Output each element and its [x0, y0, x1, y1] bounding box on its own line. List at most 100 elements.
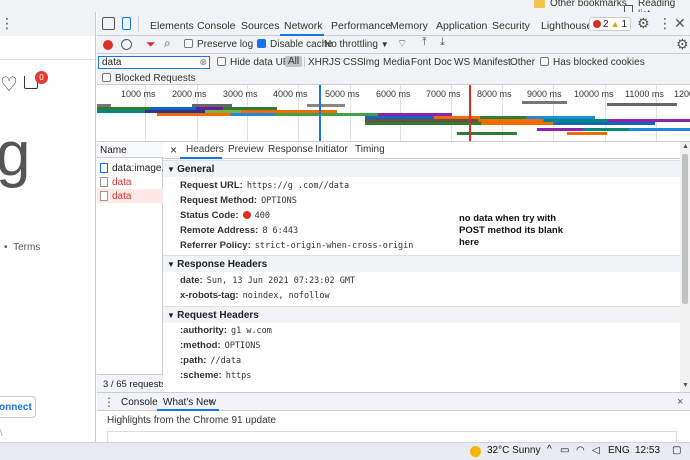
request-row[interactable]: data	[97, 175, 163, 189]
tab-memory[interactable]: Memory	[390, 12, 428, 36]
timeline-tick: 6000 ms	[376, 89, 411, 99]
tab-initiator[interactable]: Initiator	[315, 142, 348, 159]
network-conditions-icon[interactable]: ⌔	[397, 37, 407, 51]
devtools-drawer: ⋮ Console What's New × × Highlights from…	[97, 392, 690, 443]
page-footer-text: \	[0, 428, 3, 438]
web-page: ⋮ ♡ 0 g • Terms onnect \	[0, 12, 96, 442]
search-icon[interactable]: ⌕	[164, 36, 171, 51]
export-har-icon[interactable]: ⤓	[440, 36, 445, 49]
weather-text[interactable]: 32°C Sunny	[487, 445, 540, 456]
name-column-header[interactable]: Name	[97, 142, 163, 158]
wishlist-heart-icon[interactable]: ♡	[0, 72, 18, 97]
triangle-down-icon: ▼	[167, 165, 178, 174]
detail-scrollbar[interactable]: ▲ ▼	[680, 142, 690, 392]
has-blocked-cookies-checkbox[interactable]: Has blocked cookies	[540, 57, 645, 68]
volume-icon[interactable]: ◁	[592, 445, 600, 456]
tab-sources[interactable]: Sources	[241, 12, 280, 36]
record-icon[interactable]	[103, 40, 113, 50]
network-settings-icon[interactable]: ⚙	[676, 36, 689, 53]
other-bookmarks[interactable]: Other bookmarks	[534, 0, 627, 9]
tab-lighthouse[interactable]: Lighthouse	[541, 12, 592, 36]
request-detail-pane: × Headers Preview Response Initiator Tim…	[163, 142, 680, 392]
tab-timing[interactable]: Timing	[355, 142, 385, 159]
scroll-up-icon[interactable]: ▲	[682, 143, 689, 150]
os-taskbar: 32°C Sunny ^ ▭ ◠ ◁ ENG 12:53 ▢	[0, 442, 690, 460]
wifi-icon[interactable]: ◠	[576, 445, 585, 456]
response-headers-section-header[interactable]: ▼ Response Headers	[163, 255, 680, 272]
filter-type-img[interactable]: Img	[363, 57, 380, 68]
date-header-row: date: Sun, 13 Jun 2021 07:23:02 GMT	[180, 275, 356, 286]
close-drawer-icon[interactable]: ×	[677, 396, 683, 408]
request-summary: 3 / 65 requests	[97, 374, 166, 392]
notifications-icon[interactable]: ▢	[672, 445, 681, 456]
load-event-line	[469, 85, 471, 141]
drawer-tab-console[interactable]: Console	[121, 397, 158, 408]
file-icon	[100, 177, 108, 187]
active-drawer-tab-indicator	[157, 409, 219, 411]
request-row-selected[interactable]: data	[97, 189, 163, 203]
menu-dots-icon[interactable]: ⋮	[0, 15, 14, 32]
import-har-icon[interactable]: ⤒	[422, 36, 427, 49]
filter-type-media[interactable]: Media	[383, 57, 410, 68]
tab-performance[interactable]: Performance	[331, 12, 391, 36]
close-detail-icon[interactable]: ×	[170, 142, 177, 159]
scroll-down-icon[interactable]: ▼	[682, 382, 689, 389]
scheme-header-row: :scheme: https	[180, 370, 252, 381]
tab-application[interactable]: Application	[436, 12, 487, 36]
filter-type-manifest[interactable]: Manifest	[473, 57, 511, 68]
filter-funnel-icon[interactable]: ⏷	[146, 37, 156, 52]
clock[interactable]: 12:53	[635, 445, 660, 456]
filter-type-css[interactable]: CSS	[343, 57, 364, 68]
filter-type-doc[interactable]: Doc	[434, 57, 452, 68]
scrollbar-thumb[interactable]	[682, 154, 688, 304]
timeline-tick: 7000 ms	[426, 89, 461, 99]
connect-button[interactable]: onnect	[0, 396, 36, 418]
request-row[interactable]: data:image...	[97, 161, 163, 175]
timeline-overview[interactable]: 1000 ms 2000 ms 3000 ms 4000 ms 5000 ms …	[97, 85, 690, 142]
drawer-menu-icon[interactable]: ⋮	[103, 395, 115, 409]
filter-type-ws[interactable]: WS	[454, 57, 470, 68]
robots-header-row: x-robots-tag: noindex, nofollow	[180, 290, 330, 301]
devtools-tab-bar: Elements Console Sources Network Perform…	[97, 12, 690, 36]
general-section-header[interactable]: ▼ General	[163, 160, 680, 177]
more-options-icon[interactable]: ⋮	[658, 15, 672, 32]
terms-link[interactable]: • Terms	[4, 242, 40, 253]
request-headers-section-header[interactable]: ▼ Request Headers	[163, 306, 680, 323]
filter-input[interactable]: data ⊗	[98, 56, 210, 69]
tab-network[interactable]: Network	[284, 12, 323, 36]
filter-type-other[interactable]: Other	[510, 57, 535, 68]
timeline-tick: 1200	[674, 89, 690, 99]
device-toolbar-icon[interactable]	[122, 17, 131, 30]
triangle-down-icon: ▼	[167, 260, 178, 269]
language-indicator[interactable]: ENG	[608, 445, 630, 456]
preserve-log-checkbox[interactable]: Preserve log	[184, 39, 253, 50]
filter-type-js[interactable]: JS	[329, 57, 341, 68]
inspect-element-icon[interactable]	[102, 17, 115, 30]
timeline-tick: 2000 ms	[172, 89, 207, 99]
timeline-tick: 9000 ms	[527, 89, 562, 99]
throttling-select[interactable]: No throttling ▼	[324, 39, 389, 50]
issues-counter[interactable]: 2 ▲ 1	[589, 17, 632, 31]
filter-type-xhr[interactable]: XHR	[308, 57, 329, 68]
active-detail-tab-indicator	[180, 157, 222, 159]
sun-weather-icon[interactable]	[470, 446, 481, 457]
tab-security[interactable]: Security	[492, 12, 530, 36]
blocked-requests-checkbox[interactable]: Blocked Requests	[102, 73, 196, 84]
clear-filter-icon[interactable]: ⊗	[199, 57, 207, 68]
tab-elements[interactable]: Elements	[150, 12, 194, 36]
filter-type-font[interactable]: Font	[411, 57, 431, 68]
tab-response[interactable]: Response	[268, 142, 313, 159]
close-devtools-icon[interactable]: ✕	[674, 15, 686, 32]
show-hidden-icons-icon[interactable]: ^	[547, 444, 552, 455]
timeline-tick: 10000 ms	[574, 89, 614, 99]
disable-cache-checkbox[interactable]: Disable cache	[257, 39, 333, 50]
triangle-down-icon: ▼	[167, 311, 178, 320]
filter-type-all[interactable]: All	[285, 56, 303, 67]
close-whats-new-icon[interactable]: ×	[208, 396, 214, 408]
tab-preview[interactable]: Preview	[228, 142, 264, 159]
request-list: Name data:image... data data 3 / 65 requ…	[97, 142, 166, 392]
tab-console[interactable]: Console	[197, 12, 236, 36]
settings-gear-icon[interactable]: ⚙	[637, 15, 650, 32]
clear-icon[interactable]	[121, 39, 132, 50]
battery-icon[interactable]: ▭	[560, 445, 569, 456]
